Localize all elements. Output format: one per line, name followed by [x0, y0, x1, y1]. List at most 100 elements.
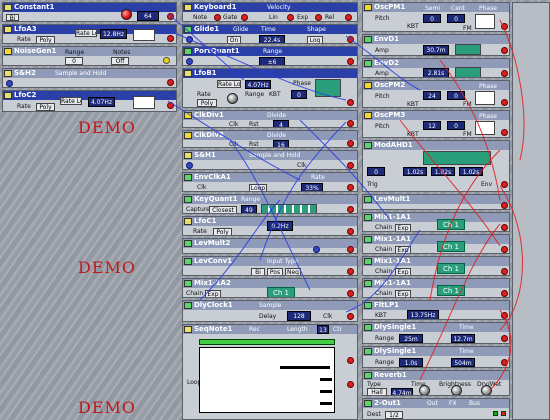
- glide-on-button[interactable]: On: [227, 36, 241, 43]
- input-port[interactable]: [186, 162, 193, 169]
- module-lfo-c2[interactable]: LfoC2 Rate Poly Rate Lo 4.07Hz: [2, 90, 177, 112]
- output-port[interactable]: [501, 290, 508, 297]
- output-port[interactable]: [347, 206, 354, 213]
- output-port[interactable]: [501, 335, 508, 342]
- output-port[interactable]: [501, 246, 508, 253]
- poly-button[interactable]: Poly: [36, 36, 55, 43]
- rate-lo-button[interactable]: Rate Lo: [75, 29, 97, 37]
- output-port[interactable]: [501, 359, 508, 366]
- module-env-d1[interactable]: EnvD1 Amp 30.7m: [362, 34, 510, 56]
- output-port[interactable]: [347, 184, 354, 191]
- module-reverb1[interactable]: Reverb1 Type Time Brightness Dry/Wet Hal…: [362, 370, 510, 396]
- gate-port[interactable]: [241, 14, 248, 21]
- module-dly-single2[interactable]: DlySingle1 Time Range 1.0s 504m: [362, 346, 510, 368]
- output-port[interactable]: [167, 13, 174, 20]
- input-port[interactable]: [186, 36, 193, 43]
- closest-button[interactable]: Closest: [209, 206, 237, 213]
- time-knob[interactable]: [419, 385, 430, 395]
- output-port[interactable]: [347, 290, 354, 297]
- notes-value[interactable]: Off: [111, 57, 129, 65]
- output-port[interactable]: [347, 120, 354, 127]
- output-port[interactable]: [347, 140, 354, 147]
- module-port-quant1[interactable]: PortQuant1 Range ±6: [182, 46, 358, 66]
- waveform-display[interactable]: [315, 79, 341, 97]
- output-port[interactable]: [163, 57, 170, 64]
- exp-button[interactable]: Exp: [395, 224, 411, 231]
- output-port[interactable]: [347, 268, 354, 275]
- dest-selector[interactable]: 1/2: [385, 411, 403, 419]
- waveform-selector[interactable]: [133, 29, 155, 41]
- input-port[interactable]: [6, 80, 13, 87]
- shape-log-button[interactable]: Log: [307, 36, 323, 43]
- waveform-selector[interactable]: [475, 14, 495, 29]
- rel-port[interactable]: [345, 14, 352, 21]
- type-selector[interactable]: Hall: [367, 388, 387, 395]
- module-clk-div1[interactable]: ClkDiv1 Divide Clk Rst 4: [182, 110, 358, 128]
- module-mix1-a2[interactable]: Mix1-1A2 Chain Exp Ch 1: [182, 278, 358, 298]
- constant-knob[interactable]: [121, 9, 132, 20]
- poly-button[interactable]: Poly: [213, 228, 232, 235]
- waveform-selector[interactable]: [475, 121, 495, 135]
- range-value[interactable]: 0: [65, 57, 83, 65]
- exp-button[interactable]: Exp: [205, 290, 221, 297]
- module-mix1-a1[interactable]: Mix1-1A1 Chain Exp Ch 1: [362, 278, 510, 298]
- module-clk-div2[interactable]: ClkDiv2 Divide Clk Rst 16: [182, 130, 358, 148]
- rate-lo-button[interactable]: Rate Lo: [60, 97, 82, 105]
- sequencer-grid[interactable]: [199, 347, 335, 413]
- output-port[interactable]: [347, 381, 354, 388]
- output-port[interactable]: [501, 129, 508, 136]
- module-sh2[interactable]: S&H2 Sample and Hold: [2, 68, 177, 88]
- module-noise-gen1[interactable]: NoiseGen1 Range Notes 0 Off: [2, 46, 177, 66]
- output-port[interactable]: [347, 228, 354, 235]
- module-lev-mult1[interactable]: LevMult1: [362, 194, 510, 210]
- module-lev-conv1[interactable]: LevConv1 Input Type Bi Pos Neg: [182, 256, 358, 276]
- output-port[interactable]: [501, 224, 508, 231]
- module-lfo-a3[interactable]: LfoA3 Rate Poly Rate Lo 12.8Hz: [2, 24, 177, 44]
- module-dly-single1[interactable]: DlySingle1 Time Range 25m 12.7m: [362, 322, 510, 344]
- input-port[interactable]: [186, 58, 193, 65]
- output-port[interactable]: [167, 79, 174, 86]
- module-osc-pm3[interactable]: OscPM3 Pitch 12 0 KBT FM Phase: [362, 110, 510, 138]
- output-port[interactable]: [167, 35, 174, 42]
- module-mod-ahd1[interactable]: ModAHD1 0 1.02s 1.02s 1.02s Trig Env: [362, 140, 510, 192]
- loop-button[interactable]: Loop: [249, 184, 267, 191]
- output-port[interactable]: [347, 99, 354, 106]
- module-osc-pm1[interactable]: OscPM1 Pitch Semi Cent Phase KBT 0 0 FM: [362, 2, 510, 32]
- module-keyboard1[interactable]: Keyboard1 Velocity Note Gate Lin Exp Rel: [182, 2, 358, 22]
- rate-knob[interactable]: [227, 93, 238, 104]
- exp-button[interactable]: Exp: [395, 290, 411, 297]
- output-port[interactable]: [501, 99, 508, 106]
- output-port[interactable]: [347, 246, 354, 253]
- note-port[interactable]: [214, 14, 221, 21]
- output-port[interactable]: [347, 162, 354, 169]
- module-sh1[interactable]: S&H1 Sample and Hold Clk: [182, 150, 358, 170]
- poly-button[interactable]: Poly: [36, 103, 55, 111]
- pos-button[interactable]: Pos: [267, 268, 283, 275]
- module-dly-clock1[interactable]: DlyClock1 Sample Delay 128 Clk: [182, 300, 358, 322]
- output-port[interactable]: [347, 58, 354, 65]
- output-port[interactable]: [501, 70, 508, 77]
- bipolar-button[interactable]: Bi: [6, 14, 19, 21]
- neg-button[interactable]: Neg: [285, 268, 301, 275]
- exp-port[interactable]: [315, 14, 322, 21]
- waveform-selector[interactable]: [133, 96, 155, 109]
- module-env-d2[interactable]: EnvD2 Amp 2.81s: [362, 58, 510, 78]
- module-lfo-b1[interactable]: LfoB1 Rate Lo 4.07Hz Phase Rate Range KB…: [182, 68, 358, 108]
- output-port[interactable]: [501, 181, 508, 188]
- output-port[interactable]: [501, 202, 508, 209]
- module-constant1[interactable]: Constant1 Bi 64: [2, 2, 177, 22]
- bi-button[interactable]: Bi: [251, 268, 265, 275]
- output-port[interactable]: [501, 268, 508, 275]
- output-port[interactable]: [347, 36, 354, 43]
- rate-lo-button[interactable]: Rate Lo: [217, 80, 241, 88]
- dry-wet-knob[interactable]: [481, 385, 492, 395]
- module-seq-note1[interactable]: SeqNote1 Rec Length 13 Ctr Loop: [182, 324, 358, 420]
- module-osc-pm2[interactable]: OscPM2 Pitch 24 0 KBT FM Phase: [362, 80, 510, 108]
- module-2-out1[interactable]: 2-Out1 Dest 1/2 Out FX Bus: [362, 398, 510, 420]
- exp-button[interactable]: Exp: [395, 268, 411, 275]
- exp-button[interactable]: Exp: [395, 246, 411, 253]
- output-port[interactable]: [347, 357, 354, 364]
- output-port[interactable]: [501, 23, 508, 30]
- module-lfo-c1[interactable]: LfoC1 Rate Poly 0.2Hz: [182, 216, 358, 236]
- step-bar[interactable]: [199, 339, 335, 345]
